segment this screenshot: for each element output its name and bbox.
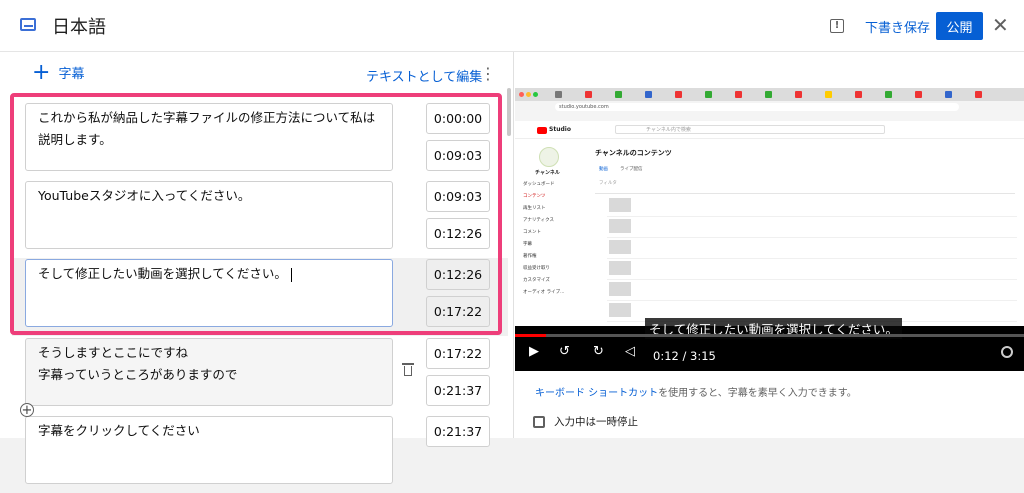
tab-favicon	[765, 91, 772, 98]
settings-gear-icon[interactable]	[1001, 346, 1013, 358]
subtitle-editor-dialog: 日本語 ! 下書き保存 公開 ✕ + 字幕 テキストとして編集 ⋮ これから私が…	[0, 0, 1024, 484]
tab-favicon	[945, 91, 952, 98]
progress-bar[interactable]	[515, 334, 1024, 337]
start-time-field[interactable]: 0:21:37	[426, 416, 490, 447]
shortcut-hint-text: を使用すると、字幕を素早く入力できます。	[658, 388, 857, 399]
studio-logo-text: Studio	[549, 126, 571, 133]
add-subtitle-label: 字幕	[58, 67, 85, 82]
dialog-header: 日本語 ! 下書き保存 公開 ✕	[0, 0, 1024, 52]
more-options-icon[interactable]: ⋮	[480, 64, 496, 83]
channel-avatar	[539, 147, 559, 167]
forward-10-icon[interactable]: ↻	[593, 344, 604, 359]
studio-tab-live: ライブ配信	[620, 167, 643, 172]
keyboard-shortcuts-link[interactable]: キーボード ショートカット	[535, 388, 658, 399]
time-display: 0:12 / 3:15	[653, 349, 716, 363]
progress-bar-fill	[515, 334, 546, 337]
window-close-dot	[519, 92, 524, 97]
browser-address-bar: studio.youtube.com	[515, 101, 1024, 113]
video-frame-screenshot: studio.youtube.com Studio チャンネル内で検索 チャンネ…	[515, 88, 1024, 326]
tab-favicon	[915, 91, 922, 98]
subtitle-text-field[interactable]: そうしますとここにですね 字幕っていうところがありますので	[25, 338, 393, 406]
studio-header: Studio チャンネル内で検索	[515, 122, 1024, 139]
tab-favicon	[795, 91, 802, 98]
feedback-icon[interactable]: !	[830, 19, 844, 33]
tab-favicon	[645, 91, 652, 98]
tab-favicon	[585, 91, 592, 98]
pane-divider	[513, 52, 514, 438]
plus-icon: +	[32, 59, 51, 85]
pause-while-typing-label: 入力中は一時停止	[554, 416, 638, 428]
video-thumbnail	[609, 261, 631, 275]
edit-as-text-button[interactable]: テキストとして編集	[366, 66, 482, 85]
studio-sidebar: チャンネル ダッシュボード コンテンツ 再生リスト アナリティクス コメント 字…	[515, 139, 575, 326]
window-zoom-dot	[533, 92, 538, 97]
video-preview[interactable]: studio.youtube.com Studio チャンネル内で検索 チャンネ…	[515, 88, 1024, 371]
rewind-10-icon[interactable]: ↺	[559, 344, 570, 359]
tab-favicon	[975, 91, 982, 98]
sidebar-item: 字幕	[523, 242, 532, 247]
bookmarks-bar	[515, 113, 1024, 121]
delete-icon[interactable]	[402, 363, 414, 377]
tab-favicon	[615, 91, 622, 98]
sidebar-item: カスタマイズ	[523, 278, 550, 283]
video-thumbnail	[609, 219, 631, 233]
sidebar-item: 収益受け取り	[523, 266, 550, 271]
tab-favicon	[705, 91, 712, 98]
volume-icon[interactable]: ◁	[625, 344, 635, 359]
shortcut-hint: キーボード ショートカットを使用すると、字幕を素早く入力できます。	[535, 384, 857, 399]
channel-label: チャンネル	[535, 170, 560, 176]
page-title: 日本語	[52, 17, 106, 38]
video-thumbnail	[609, 303, 631, 317]
youtube-logo-icon	[537, 127, 547, 134]
window-minimize-dot	[526, 92, 531, 97]
add-subtitle-button[interactable]: + 字幕	[32, 59, 85, 85]
close-icon[interactable]: ✕	[992, 13, 1009, 37]
sidebar-item: オーディオ ライブ...	[523, 290, 565, 295]
save-draft-button[interactable]: 下書き保存	[865, 17, 930, 36]
sidebar-item: 著作権	[523, 254, 537, 259]
tab-favicon	[555, 91, 562, 98]
tab-favicon	[675, 91, 682, 98]
subtitle-row: そうしますとここにですね 字幕っていうところがありますので 0:17:22 0:…	[12, 337, 508, 415]
studio-page-title: チャンネルのコンテンツ	[595, 149, 672, 157]
video-thumbnail	[609, 282, 631, 296]
url-field: studio.youtube.com	[555, 103, 959, 111]
insert-subtitle-icon[interactable]: +	[20, 403, 34, 417]
sidebar-item: ダッシュボード	[523, 182, 555, 187]
studio-tab-uploads: 動画	[599, 167, 608, 172]
total-time: 3:15	[690, 349, 716, 363]
current-time: 0:12	[653, 349, 679, 363]
subtitle-row: 字幕をクリックしてください 0:21:37	[12, 415, 508, 493]
studio-search-input: チャンネル内で検索	[615, 125, 885, 134]
subtitles-icon	[20, 18, 36, 31]
publish-button[interactable]: 公開	[936, 12, 983, 40]
play-icon[interactable]: ▶	[529, 344, 539, 359]
start-time-field[interactable]: 0:17:22	[426, 338, 490, 369]
table-header-line	[595, 193, 1015, 194]
pause-while-typing-checkbox[interactable]	[533, 415, 545, 428]
tab-favicon	[735, 91, 742, 98]
subtitle-text-field[interactable]: 字幕をクリックしてください	[25, 416, 393, 484]
video-row	[607, 217, 1017, 238]
pause-while-typing-option[interactable]: 入力中は一時停止	[533, 414, 638, 429]
tab-favicon	[825, 91, 832, 98]
video-row	[607, 259, 1017, 280]
video-thumbnail	[609, 198, 631, 212]
sidebar-item: コメント	[523, 230, 541, 235]
studio-filter: フィルタ	[599, 181, 617, 186]
video-thumbnail	[609, 240, 631, 254]
video-row	[607, 196, 1017, 217]
video-row	[607, 238, 1017, 259]
video-row	[607, 280, 1017, 301]
annotation-highlight-box	[10, 93, 502, 335]
tab-favicon	[885, 91, 892, 98]
sidebar-item: アナリティクス	[523, 218, 555, 223]
end-time-field[interactable]: 0:21:37	[426, 375, 490, 406]
sidebar-item: 再生リスト	[523, 206, 546, 211]
sidebar-item-selected: コンテンツ	[523, 194, 546, 199]
tab-favicon	[855, 91, 862, 98]
browser-tab-strip	[515, 88, 1024, 101]
